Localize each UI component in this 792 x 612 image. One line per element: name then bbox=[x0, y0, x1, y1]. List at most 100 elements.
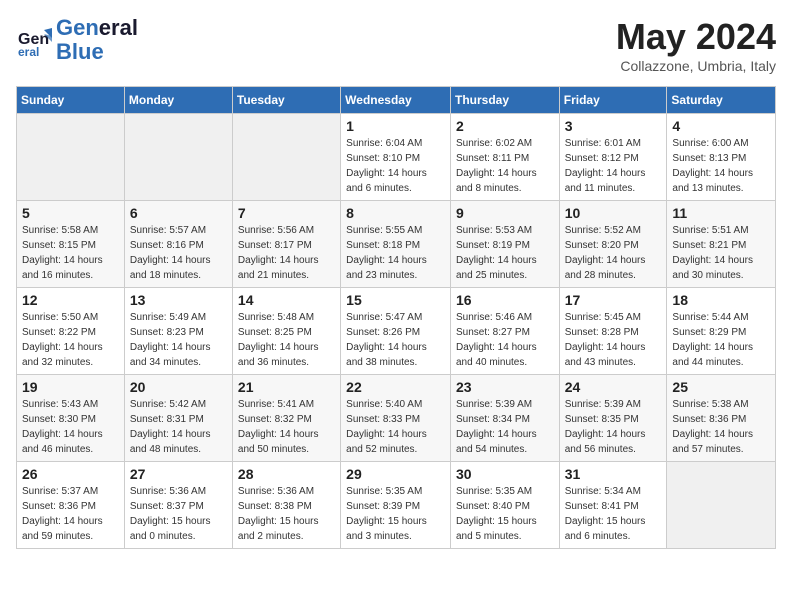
day-header-row: SundayMondayTuesdayWednesdayThursdayFrid… bbox=[17, 87, 776, 114]
calendar-cell: 6Sunrise: 5:57 AM Sunset: 8:16 PM Daylig… bbox=[124, 201, 232, 288]
day-info: Sunrise: 5:44 AM Sunset: 8:29 PM Dayligh… bbox=[672, 310, 770, 370]
day-number: 7 bbox=[238, 205, 335, 221]
day-info: Sunrise: 5:35 AM Sunset: 8:40 PM Dayligh… bbox=[456, 484, 554, 544]
logo: Gen eral GeneralBlue bbox=[16, 16, 138, 64]
day-info: Sunrise: 5:51 AM Sunset: 8:21 PM Dayligh… bbox=[672, 223, 770, 283]
day-number: 30 bbox=[456, 466, 554, 482]
day-info: Sunrise: 5:37 AM Sunset: 8:36 PM Dayligh… bbox=[22, 484, 119, 544]
calendar-cell: 31Sunrise: 5:34 AM Sunset: 8:41 PM Dayli… bbox=[559, 462, 667, 549]
day-number: 3 bbox=[565, 118, 662, 134]
day-info: Sunrise: 5:46 AM Sunset: 8:27 PM Dayligh… bbox=[456, 310, 554, 370]
calendar-cell: 21 Sunrise: 5:41 AM Sunset: 8:32 PM Dayli… bbox=[232, 375, 340, 462]
day-number: 17 bbox=[565, 292, 662, 308]
calendar-cell: 26 Sunrise: 5:37 AM Sunset: 8:36 PM Dayli… bbox=[17, 462, 125, 549]
day-info: Sunrise: 5:35 AM Sunset: 8:39 PM Dayligh… bbox=[346, 484, 445, 544]
calendar-cell: 24 Sunrise: 5:39 AM Sunset: 8:35 PM Dayli… bbox=[559, 375, 667, 462]
calendar-table: SundayMondayTuesdayWednesdayThursdayFrid… bbox=[16, 86, 776, 549]
day-number: 13 bbox=[130, 292, 227, 308]
day-number: 15 bbox=[346, 292, 445, 308]
calendar-cell bbox=[232, 114, 340, 201]
calendar-cell: 1 Sunrise: 6:04 AM Sunset: 8:10 PM Daylig… bbox=[341, 114, 451, 201]
svg-text:eral: eral bbox=[18, 45, 39, 58]
day-number: 1 bbox=[346, 118, 445, 134]
calendar-cell: 11 Sunrise: 5:51 AM Sunset: 8:21 PM Dayli… bbox=[667, 201, 776, 288]
title-block: May 2024 Collazzone, Umbria, Italy bbox=[616, 16, 776, 74]
day-info: Sunrise: 5:38 AM Sunset: 8:36 PM Dayligh… bbox=[672, 397, 770, 457]
calendar-week-row: 19 Sunrise: 5:43 AM Sunset: 8:30 PM Dayli… bbox=[17, 375, 776, 462]
day-info: Sunrise: 5:39 AM Sunset: 8:35 PM Dayligh… bbox=[565, 397, 662, 457]
calendar-cell: 29 Sunrise: 5:35 AM Sunset: 8:39 PM Dayli… bbox=[341, 462, 451, 549]
calendar-cell: 30 Sunrise: 5:35 AM Sunset: 8:40 PM Dayli… bbox=[450, 462, 559, 549]
calendar-cell: 2Sunrise: 6:02 AM Sunset: 8:11 PM Daylig… bbox=[450, 114, 559, 201]
calendar-header: SundayMondayTuesdayWednesdayThursdayFrid… bbox=[17, 87, 776, 114]
calendar-cell: 28 Sunrise: 5:36 AM Sunset: 8:38 PM Dayli… bbox=[232, 462, 340, 549]
day-number: 11 bbox=[672, 205, 770, 221]
day-info: Sunrise: 5:39 AM Sunset: 8:34 PM Dayligh… bbox=[456, 397, 554, 457]
calendar-cell: 9Sunrise: 5:53 AM Sunset: 8:19 PM Daylig… bbox=[450, 201, 559, 288]
day-number: 27 bbox=[130, 466, 227, 482]
day-info: Sunrise: 5:41 AM Sunset: 8:32 PM Dayligh… bbox=[238, 397, 335, 457]
day-info: Sunrise: 5:42 AM Sunset: 8:31 PM Dayligh… bbox=[130, 397, 227, 457]
calendar-cell: 3Sunrise: 6:01 AM Sunset: 8:12 PM Daylig… bbox=[559, 114, 667, 201]
calendar-cell bbox=[124, 114, 232, 201]
day-info: Sunrise: 5:36 AM Sunset: 8:38 PM Dayligh… bbox=[238, 484, 335, 544]
day-number: 24 bbox=[565, 379, 662, 395]
day-info: Sunrise: 5:34 AM Sunset: 8:41 PM Dayligh… bbox=[565, 484, 662, 544]
day-info: Sunrise: 6:02 AM Sunset: 8:11 PM Dayligh… bbox=[456, 136, 554, 196]
day-info: Sunrise: 5:53 AM Sunset: 8:19 PM Dayligh… bbox=[456, 223, 554, 283]
calendar-cell: 8Sunrise: 5:55 AM Sunset: 8:18 PM Daylig… bbox=[341, 201, 451, 288]
calendar-cell: 10Sunrise: 5:52 AM Sunset: 8:20 PM Dayli… bbox=[559, 201, 667, 288]
day-number: 19 bbox=[22, 379, 119, 395]
day-info: Sunrise: 5:43 AM Sunset: 8:30 PM Dayligh… bbox=[22, 397, 119, 457]
calendar-cell: 7 Sunrise: 5:56 AM Sunset: 8:17 PM Daylig… bbox=[232, 201, 340, 288]
calendar-cell bbox=[17, 114, 125, 201]
day-number: 29 bbox=[346, 466, 445, 482]
calendar-cell: 25 Sunrise: 5:38 AM Sunset: 8:36 PM Dayli… bbox=[667, 375, 776, 462]
day-number: 10 bbox=[565, 205, 662, 221]
day-number: 25 bbox=[672, 379, 770, 395]
calendar-cell: 27Sunrise: 5:36 AM Sunset: 8:37 PM Dayli… bbox=[124, 462, 232, 549]
calendar-week-row: 5 Sunrise: 5:58 AM Sunset: 8:15 PM Daylig… bbox=[17, 201, 776, 288]
calendar-cell: 18Sunrise: 5:44 AM Sunset: 8:29 PM Dayli… bbox=[667, 288, 776, 375]
month-title: May 2024 bbox=[616, 16, 776, 58]
page-header: Gen eral GeneralBlue May 2024 Collazzone… bbox=[16, 16, 776, 74]
day-of-week-header: Monday bbox=[124, 87, 232, 114]
day-info: Sunrise: 5:47 AM Sunset: 8:26 PM Dayligh… bbox=[346, 310, 445, 370]
day-info: Sunrise: 5:40 AM Sunset: 8:33 PM Dayligh… bbox=[346, 397, 445, 457]
day-info: Sunrise: 5:45 AM Sunset: 8:28 PM Dayligh… bbox=[565, 310, 662, 370]
day-of-week-header: Thursday bbox=[450, 87, 559, 114]
day-number: 8 bbox=[346, 205, 445, 221]
logo-text: GeneralBlue bbox=[56, 16, 138, 64]
calendar-cell: 5 Sunrise: 5:58 AM Sunset: 8:15 PM Daylig… bbox=[17, 201, 125, 288]
logo-icon: Gen eral bbox=[16, 22, 52, 58]
day-info: Sunrise: 5:50 AM Sunset: 8:22 PM Dayligh… bbox=[22, 310, 119, 370]
day-number: 21 bbox=[238, 379, 335, 395]
calendar-cell: 16 Sunrise: 5:46 AM Sunset: 8:27 PM Dayli… bbox=[450, 288, 559, 375]
calendar-cell: 12 Sunrise: 5:50 AM Sunset: 8:22 PM Dayli… bbox=[17, 288, 125, 375]
calendar-week-row: 12 Sunrise: 5:50 AM Sunset: 8:22 PM Dayli… bbox=[17, 288, 776, 375]
day-info: Sunrise: 5:49 AM Sunset: 8:23 PM Dayligh… bbox=[130, 310, 227, 370]
calendar-cell: 23Sunrise: 5:39 AM Sunset: 8:34 PM Dayli… bbox=[450, 375, 559, 462]
calendar-cell: 4 Sunrise: 6:00 AM Sunset: 8:13 PM Daylig… bbox=[667, 114, 776, 201]
day-number: 28 bbox=[238, 466, 335, 482]
day-info: Sunrise: 6:00 AM Sunset: 8:13 PM Dayligh… bbox=[672, 136, 770, 196]
day-info: Sunrise: 5:58 AM Sunset: 8:15 PM Dayligh… bbox=[22, 223, 119, 283]
location: Collazzone, Umbria, Italy bbox=[616, 58, 776, 74]
day-of-week-header: Friday bbox=[559, 87, 667, 114]
day-number: 16 bbox=[456, 292, 554, 308]
day-number: 5 bbox=[22, 205, 119, 221]
calendar-week-row: 1 Sunrise: 6:04 AM Sunset: 8:10 PM Daylig… bbox=[17, 114, 776, 201]
day-number: 6 bbox=[130, 205, 227, 221]
calendar-cell: 13 Sunrise: 5:49 AM Sunset: 8:23 PM Dayli… bbox=[124, 288, 232, 375]
day-number: 26 bbox=[22, 466, 119, 482]
day-number: 4 bbox=[672, 118, 770, 134]
day-of-week-header: Saturday bbox=[667, 87, 776, 114]
day-info: Sunrise: 5:56 AM Sunset: 8:17 PM Dayligh… bbox=[238, 223, 335, 283]
calendar-cell bbox=[667, 462, 776, 549]
calendar-cell: 15 Sunrise: 5:47 AM Sunset: 8:26 PM Dayli… bbox=[341, 288, 451, 375]
day-number: 12 bbox=[22, 292, 119, 308]
day-number: 22 bbox=[346, 379, 445, 395]
calendar-cell: 17 Sunrise: 5:45 AM Sunset: 8:28 PM Dayli… bbox=[559, 288, 667, 375]
day-info: Sunrise: 6:04 AM Sunset: 8:10 PM Dayligh… bbox=[346, 136, 445, 196]
day-of-week-header: Sunday bbox=[17, 87, 125, 114]
